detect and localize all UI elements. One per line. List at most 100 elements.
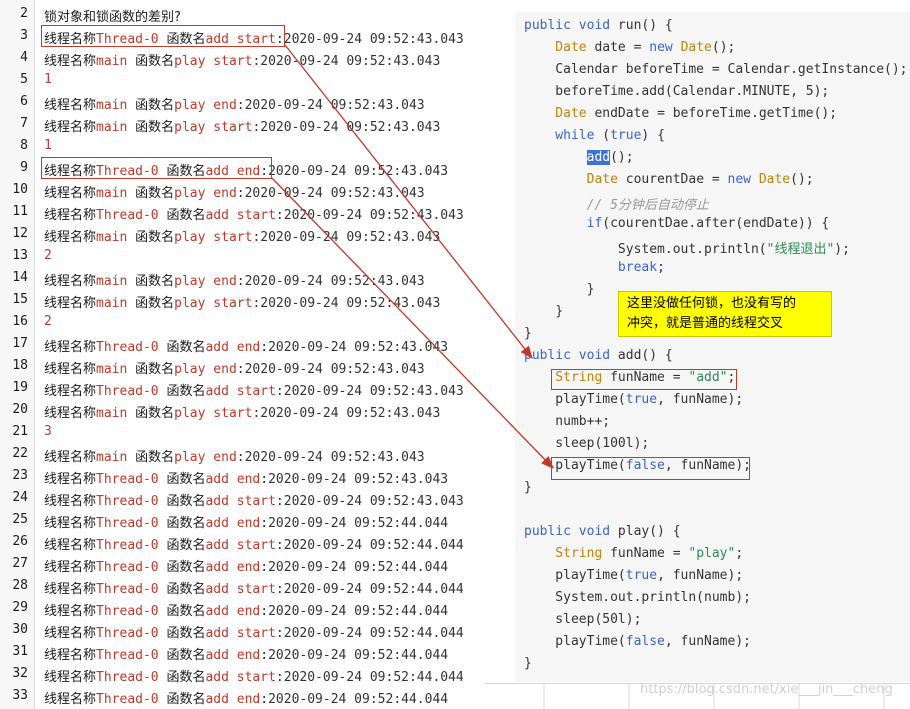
log-function-name: add bbox=[205, 494, 229, 509]
code-token: ; bbox=[657, 260, 665, 275]
log-function-name: add bbox=[205, 670, 229, 685]
code-token: ); bbox=[834, 242, 850, 257]
log-timestamp: :2020-09-24 09:52:43.043 bbox=[252, 120, 441, 135]
log-prefix: 线程名称 bbox=[44, 230, 97, 245]
code-token: public void bbox=[524, 524, 618, 539]
log-value: 2 bbox=[44, 248, 52, 263]
code-token: playTime( bbox=[524, 568, 626, 583]
log-event: start bbox=[228, 582, 276, 597]
line-number: 4 bbox=[20, 50, 28, 65]
log-thread-name: main bbox=[96, 274, 128, 289]
log-line: 线程名称Thread-0 函数名add start:2020-09-24 09:… bbox=[44, 204, 464, 223]
code-token: true bbox=[625, 568, 658, 583]
code-line: playTime(true, funName); bbox=[524, 568, 743, 583]
log-prefix: 线程名称 bbox=[44, 274, 97, 289]
code-token: (); bbox=[711, 40, 736, 55]
line-number: 28 bbox=[12, 578, 28, 593]
code-token: play() { bbox=[617, 524, 681, 539]
code-token: , funName); bbox=[657, 392, 744, 407]
log-thread-name: Thread-0 bbox=[96, 494, 159, 509]
code-line: Date endDate = beforeTime.getTime(); bbox=[524, 106, 837, 121]
line-number: 11 bbox=[12, 204, 28, 219]
watermark: https://blog.csdn.net/xie___jin___cheng bbox=[640, 682, 893, 697]
log-timestamp: :2020-09-24 09:52:44.044 bbox=[260, 692, 449, 707]
code-line: Date date = new Date(); bbox=[524, 40, 735, 55]
log-line: 3 bbox=[44, 424, 52, 439]
log-function-name: add bbox=[205, 384, 229, 399]
code-token: } bbox=[524, 326, 532, 341]
line-number: 25 bbox=[12, 512, 28, 527]
log-thread-name: main bbox=[96, 450, 128, 465]
line-number: 13 bbox=[12, 248, 28, 263]
log-thread-name: main bbox=[96, 406, 128, 421]
log-function-name: add bbox=[205, 648, 229, 663]
log-mid: 函数名 bbox=[158, 560, 206, 575]
log-line: 线程名称main 函数名play end:2020-09-24 09:52:43… bbox=[44, 270, 425, 289]
line-number: 8 bbox=[20, 138, 28, 153]
code-line: numb++; bbox=[524, 414, 610, 429]
log-mid: 函数名 bbox=[158, 604, 206, 619]
line-number: 17 bbox=[12, 336, 28, 351]
log-event: start bbox=[228, 494, 276, 509]
log-event: end bbox=[205, 98, 237, 113]
log-function-name: play bbox=[174, 362, 206, 377]
log-event: end bbox=[205, 362, 237, 377]
log-function-name: play bbox=[174, 274, 206, 289]
log-line: 线程名称main 函数名play start:2020-09-24 09:52:… bbox=[44, 116, 440, 135]
log-timestamp: :2020-09-24 09:52:43.043 bbox=[260, 340, 449, 355]
highlight-box-code-playtime-false bbox=[551, 457, 750, 480]
line-number: 6 bbox=[20, 94, 28, 109]
log-line: 线程名称Thread-0 函数名add start:2020-09-24 09:… bbox=[44, 622, 464, 641]
log-timestamp: :2020-09-24 09:52:43.043 bbox=[252, 296, 441, 311]
code-token: (); bbox=[790, 172, 814, 187]
log-mid: 函数名 bbox=[158, 472, 206, 487]
log-mid: 函数名 bbox=[127, 406, 175, 421]
code-token: if bbox=[524, 216, 603, 231]
log-line: 线程名称Thread-0 函数名add end:2020-09-24 09:52… bbox=[44, 600, 448, 619]
code-token: endDate = beforeTime.getTime(); bbox=[594, 106, 838, 121]
code-token: playTime( bbox=[524, 634, 626, 649]
log-prefix: 线程名称 bbox=[44, 98, 97, 113]
log-thread-name: Thread-0 bbox=[96, 582, 159, 597]
code-token: true bbox=[625, 392, 658, 407]
log-line: 锁对象和锁函数的差别? bbox=[44, 6, 181, 25]
code-token: sleep(100l); bbox=[524, 436, 650, 451]
code-token: } bbox=[524, 656, 532, 671]
log-line: 1 bbox=[44, 138, 52, 153]
code-line: public void add() { bbox=[524, 348, 673, 363]
code-token: run() { bbox=[617, 18, 673, 33]
log-thread-name: Thread-0 bbox=[96, 472, 159, 487]
log-prefix: 线程名称 bbox=[44, 494, 97, 509]
log-line: 2 bbox=[44, 248, 52, 263]
code-line: } bbox=[524, 480, 532, 495]
log-line: 线程名称main 函数名play end:2020-09-24 09:52:43… bbox=[44, 182, 425, 201]
log-function-name: play bbox=[174, 296, 206, 311]
line-number: 32 bbox=[12, 666, 28, 681]
log-timestamp: :2020-09-24 09:52:43.043 bbox=[275, 384, 464, 399]
log-prefix: 线程名称 bbox=[44, 472, 97, 487]
log-prefix: 线程名称 bbox=[44, 54, 97, 69]
code-line: public void run() { bbox=[524, 18, 673, 33]
log-prefix: 线程名称 bbox=[44, 670, 97, 685]
log-event: end bbox=[228, 648, 261, 663]
code-token: // 5分钟后自动停止 bbox=[524, 198, 709, 213]
log-function-name: add bbox=[205, 516, 229, 531]
code-token: } bbox=[524, 282, 595, 297]
log-thread-name: main bbox=[96, 362, 128, 377]
log-timestamp: :2020-09-24 09:52:43.043 bbox=[236, 274, 425, 289]
log-line: 线程名称main 函数名play start:2020-09-24 09:52:… bbox=[44, 292, 440, 311]
code-token: System.out.println( bbox=[524, 242, 767, 257]
line-number: 24 bbox=[12, 490, 28, 505]
log-thread-name: Thread-0 bbox=[96, 516, 159, 531]
log-prefix: 线程名称 bbox=[44, 516, 97, 531]
log-line: 1 bbox=[44, 72, 52, 87]
log-thread-name: main bbox=[96, 98, 128, 113]
line-number: 21 bbox=[12, 424, 28, 439]
code-token: sleep(50l); bbox=[524, 612, 642, 627]
log-thread-name: Thread-0 bbox=[96, 604, 159, 619]
code-token: add bbox=[586, 150, 611, 165]
code-token: , funName); bbox=[664, 634, 751, 649]
log-line: 线程名称Thread-0 函数名add start:2020-09-24 09:… bbox=[44, 578, 464, 597]
code-token: public void bbox=[524, 348, 618, 363]
